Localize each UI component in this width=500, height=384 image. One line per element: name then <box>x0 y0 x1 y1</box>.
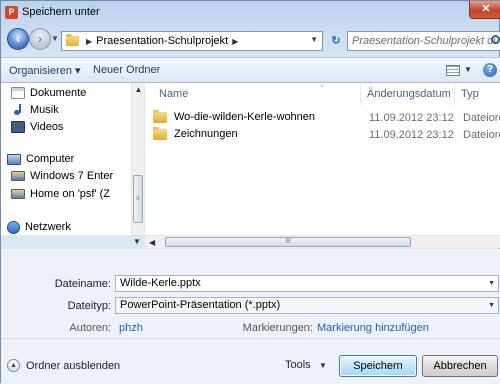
column-header-name[interactable]: Name <box>153 83 361 105</box>
dialog-title: Speichern unter <box>22 6 100 18</box>
divider <box>1 338 500 339</box>
folder-icon <box>153 126 167 140</box>
chevron-right-icon[interactable]: ▶ <box>86 37 92 46</box>
chevron-down-icon[interactable]: ▼ <box>319 361 327 370</box>
music-icon <box>11 104 25 116</box>
search-icon[interactable] <box>491 35 500 44</box>
drive-icon <box>11 171 25 181</box>
network-drive-icon <box>11 189 25 199</box>
recent-pages-dropdown[interactable]: ▼ <box>51 34 59 43</box>
address-row: ‹ › ▼ ▶ Praesentation-Schulprojekt ▶ ▼ ↻… <box>1 25 500 55</box>
file-name-cell: Zeichnungen <box>153 126 238 140</box>
hide-folders-toggle[interactable]: ▲ Ordner ausblenden <box>7 359 120 372</box>
authors-label: Autoren: <box>69 322 111 334</box>
documents-icon <box>11 87 25 99</box>
file-date: 11.09.2012 23:12 <box>369 129 454 141</box>
folder-icon <box>153 109 167 123</box>
save-as-dialog: P Speichern unter ✕ ‹ › ▼ ▶ Praesentatio… <box>0 0 500 384</box>
nav-item-label: Videos <box>30 121 64 133</box>
grip-icon: ≡ <box>136 196 140 202</box>
filetype-value: PowerPoint-Präsentation (*.pptx) <box>120 299 281 311</box>
navigation-pane: Dokumente Musik Videos Computer Windows … <box>1 83 144 235</box>
title-bar: P Speichern unter ✕ <box>1 1 500 23</box>
nav-item-music[interactable]: Musik <box>11 102 59 118</box>
nav-item-label: Dokumente <box>30 87 87 99</box>
nav-item-videos[interactable]: Videos <box>11 119 63 135</box>
nav-item-label: Home on 'psf' (Z <box>30 188 111 200</box>
breadcrumb[interactable]: Praesentation-Schulprojekt <box>96 35 228 47</box>
file-type: Dateiord <box>463 112 500 124</box>
scroll-left-icon[interactable]: ◀ <box>149 236 155 249</box>
computer-icon <box>7 153 21 165</box>
network-icon <box>7 220 20 234</box>
file-name-cell: Wo-die-wilden-Kerle-wohnen <box>153 109 316 123</box>
view-options-icon[interactable] <box>446 65 460 76</box>
filename-label: Dateiname: <box>54 278 111 290</box>
nav-item-documents[interactable]: Dokumente <box>11 85 86 101</box>
back-button[interactable]: ‹ <box>7 28 29 50</box>
refresh-icon[interactable]: ↻ <box>327 31 345 51</box>
organize-menu[interactable]: Organisieren ▾ <box>9 64 81 77</box>
nav-item-windows-drive[interactable]: Windows 7 Enter <box>11 168 113 184</box>
table-row[interactable]: Zeichnungen 11.09.2012 23:12 Dateiord <box>153 126 500 143</box>
address-dropdown-icon[interactable]: ▼ <box>310 35 318 44</box>
filetype-label: Dateityp: <box>67 300 111 312</box>
cancel-button[interactable]: Abbrechen <box>422 355 498 377</box>
chevron-down-icon[interactable]: ▼ <box>464 65 472 74</box>
chevron-right-icon[interactable]: ▶ <box>232 37 238 46</box>
filename-input[interactable]: Wilde-Kerle.pptx ▼ <box>115 275 499 292</box>
column-header-type[interactable]: Typ <box>455 83 500 105</box>
nav-item-home-psf[interactable]: Home on 'psf' (Z <box>11 186 110 202</box>
videos-icon <box>11 121 25 133</box>
search-input[interactable]: Praesentation-Schulprojekt du... <box>347 31 500 51</box>
column-header-date[interactable]: Änderungsdatum <box>361 83 455 105</box>
nav-item-label: Computer <box>26 153 75 165</box>
nav-item-network[interactable]: Netzwerk <box>7 219 71 235</box>
powerpoint-icon: P <box>5 6 18 19</box>
new-folder-button[interactable]: Neuer Ordner <box>93 64 160 76</box>
nav-item-label: Netzwerk <box>25 221 71 233</box>
nav-scrollbar[interactable]: ▲ ≡ <box>131 83 144 235</box>
chevron-up-icon: ▲ <box>7 359 20 372</box>
address-bar[interactable]: ▶ Praesentation-Schulprojekt ▶ ▼ <box>61 31 323 51</box>
chevron-down-icon[interactable]: ▼ <box>488 276 495 291</box>
close-button[interactable]: ✕ <box>469 1 500 19</box>
sort-ascending-icon: ⌃ <box>319 85 325 92</box>
scroll-up-icon[interactable]: ▲ <box>132 83 145 96</box>
hide-folders-label: Ordner ausblenden <box>26 359 121 372</box>
folder-icon <box>66 34 79 46</box>
file-name: Zeichnungen <box>174 128 238 140</box>
scrollbar-thumb[interactable]: III <box>165 237 411 247</box>
file-type: Dateiord <box>463 129 500 141</box>
nav-item-computer[interactable]: Computer <box>7 151 74 167</box>
authors-value[interactable]: phzh <box>119 322 143 334</box>
nav-item-label: Windows 7 Enter <box>30 170 114 182</box>
chevron-down-icon[interactable]: ▼ <box>488 298 495 313</box>
add-tag-link[interactable]: Markierung hinzufügen <box>317 322 429 334</box>
help-icon[interactable]: ? <box>483 63 497 77</box>
horizontal-scrollbar[interactable]: ◀ III <box>145 235 500 248</box>
scrollbar-thumb[interactable]: ≡ <box>133 175 143 223</box>
save-button[interactable]: Speichern <box>339 355 417 377</box>
filetype-select[interactable]: PowerPoint-Präsentation (*.pptx) ▼ <box>115 297 499 314</box>
forward-button[interactable]: › <box>29 28 51 50</box>
filename-value: Wilde-Kerle.pptx <box>120 277 201 289</box>
tools-menu[interactable]: Tools <box>285 359 311 371</box>
table-row[interactable]: Wo-die-wilden-Kerle-wohnen 11.09.2012 23… <box>153 109 500 126</box>
command-bar: Organisieren ▾ Neuer Ordner ▼ ? <box>1 57 500 83</box>
chevron-down-icon[interactable]: ▼ <box>133 237 141 246</box>
file-list: Name ⌃ Änderungsdatum Typ Wo-die-wilden-… <box>145 83 500 235</box>
file-date: 11.09.2012 23:12 <box>369 112 454 124</box>
tags-label: Markierungen: <box>242 322 313 334</box>
nav-item-label: Musik <box>30 104 59 116</box>
file-name: Wo-die-wilden-Kerle-wohnen <box>174 111 316 123</box>
